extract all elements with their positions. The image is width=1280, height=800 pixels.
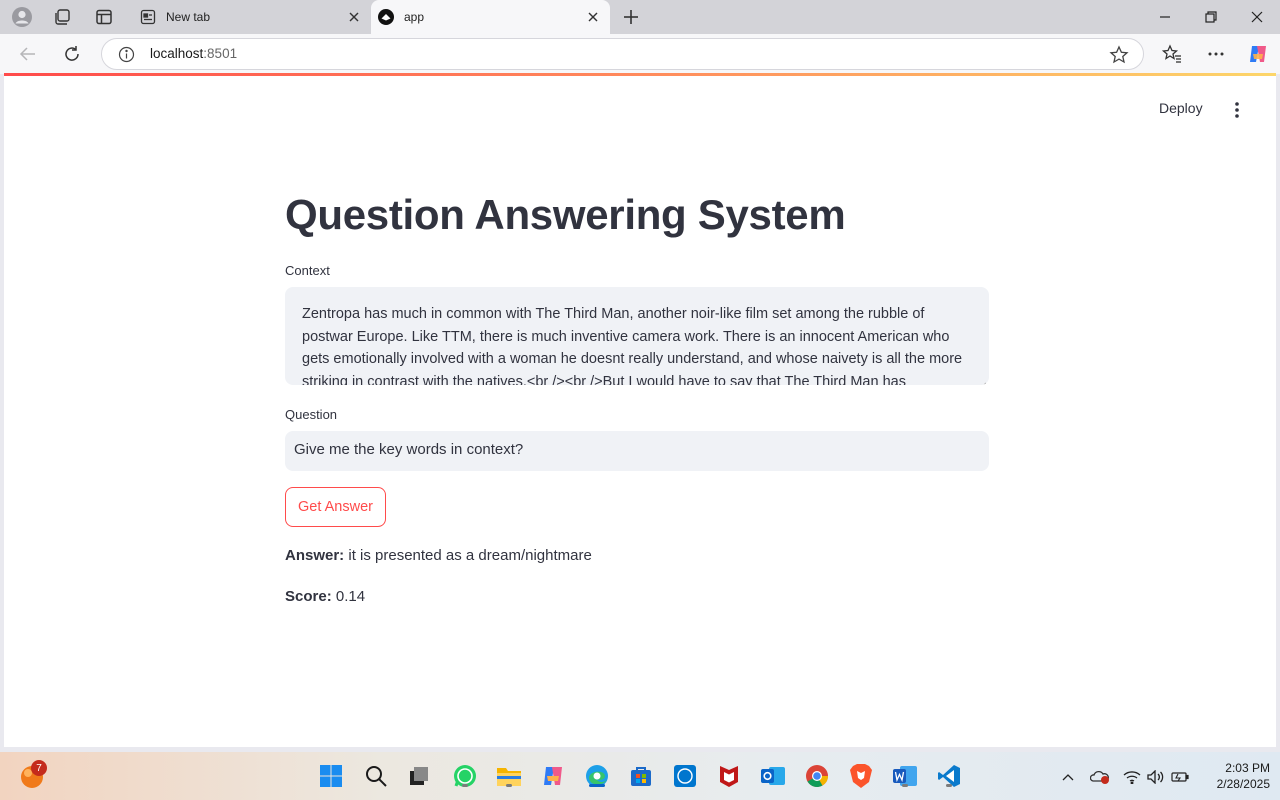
mcafee-icon[interactable]	[715, 762, 743, 790]
favorite-star-icon[interactable]	[1109, 45, 1129, 65]
answer-value: it is presented as a dream/nightmare	[348, 547, 592, 564]
site-info-icon[interactable]	[118, 46, 135, 63]
windows-taskbar: 7 2:03 PM 2/28/2025	[0, 752, 1280, 800]
close-icon[interactable]	[586, 10, 600, 24]
context-label: Context	[285, 263, 330, 278]
tab-label: New tab	[166, 10, 211, 24]
task-view-icon[interactable]	[405, 762, 433, 790]
show-hidden-icons-icon[interactable]	[1058, 768, 1078, 786]
wifi-icon[interactable]	[1122, 768, 1142, 786]
tab-label: app	[404, 10, 425, 24]
back-icon[interactable]	[16, 42, 40, 66]
address-bar[interactable]: localhost:8501	[101, 38, 1144, 70]
dell-icon[interactable]	[671, 762, 699, 790]
answer-label: Answer:	[285, 547, 345, 564]
url-text: localhost:8501	[150, 46, 238, 61]
score-label: Score:	[285, 588, 332, 605]
start-icon[interactable]	[317, 762, 345, 790]
app-page: Deploy Question Answering System Context…	[4, 76, 1276, 747]
new-tab-page-icon	[140, 9, 156, 25]
word-icon[interactable]	[891, 762, 919, 790]
score-value: 0.14	[335, 588, 366, 605]
close-window-icon[interactable]	[1245, 6, 1269, 28]
copilot-icon[interactable]	[1246, 42, 1270, 66]
search-icon[interactable]	[362, 762, 390, 790]
browser-toolbar: localhost:8501	[0, 34, 1280, 74]
refresh-icon[interactable]	[60, 42, 84, 66]
file-explorer-icon[interactable]	[495, 762, 523, 790]
favorites-icon[interactable]	[1160, 42, 1184, 66]
brave-icon[interactable]	[847, 762, 875, 790]
restore-icon[interactable]	[1199, 6, 1223, 28]
vscode-icon[interactable]	[935, 762, 963, 790]
streamlit-icon	[378, 9, 394, 25]
clock-time: 2:03 PM	[1225, 761, 1270, 775]
edge-icon[interactable]	[583, 762, 611, 790]
context-textarea[interactable]: Zentropa has much in common with The Thi…	[285, 287, 989, 385]
new-tab-button[interactable]	[620, 6, 642, 28]
browser-tab-strip: New tab app	[0, 0, 1280, 34]
answer-result: Answer: it is presented as a dream/night…	[285, 547, 592, 564]
minimize-icon[interactable]	[1153, 6, 1177, 28]
question-input[interactable]: Give me the key words in context?	[285, 431, 989, 471]
tab-app[interactable]: app	[371, 0, 610, 34]
tab-new-tab[interactable]: New tab	[131, 0, 371, 34]
onedrive-error-icon[interactable]	[1090, 768, 1110, 786]
close-icon[interactable]	[347, 10, 361, 24]
vertical-tabs-icon[interactable]	[91, 5, 117, 29]
question-label: Question	[285, 407, 338, 422]
outlook-icon[interactable]	[759, 762, 787, 790]
notification-badge: 7	[31, 760, 47, 776]
profile-icon[interactable]	[9, 5, 35, 29]
score-result: Score: 0.14	[285, 588, 365, 605]
page-title: Question Answering System	[285, 191, 846, 238]
more-options-icon[interactable]	[1204, 42, 1228, 66]
store-icon[interactable]	[627, 762, 655, 790]
chrome-icon[interactable]	[803, 762, 831, 790]
resize-handle-icon[interactable]	[979, 375, 987, 385]
context-text: Zentropa has much in common with The Thi…	[302, 306, 963, 385]
whatsapp-icon[interactable]	[451, 762, 479, 790]
system-clock[interactable]: 2:03 PM 2/28/2025	[1196, 760, 1270, 792]
main-menu-icon[interactable]	[1227, 100, 1247, 120]
battery-icon[interactable]	[1170, 768, 1190, 786]
deploy-button[interactable]: Deploy	[1159, 100, 1203, 116]
volume-icon[interactable]	[1146, 768, 1166, 786]
copilot-icon[interactable]	[539, 762, 567, 790]
workspaces-icon[interactable]	[49, 5, 75, 29]
clock-date: 2/28/2025	[1216, 777, 1270, 791]
get-answer-button[interactable]: Get Answer	[285, 487, 386, 527]
